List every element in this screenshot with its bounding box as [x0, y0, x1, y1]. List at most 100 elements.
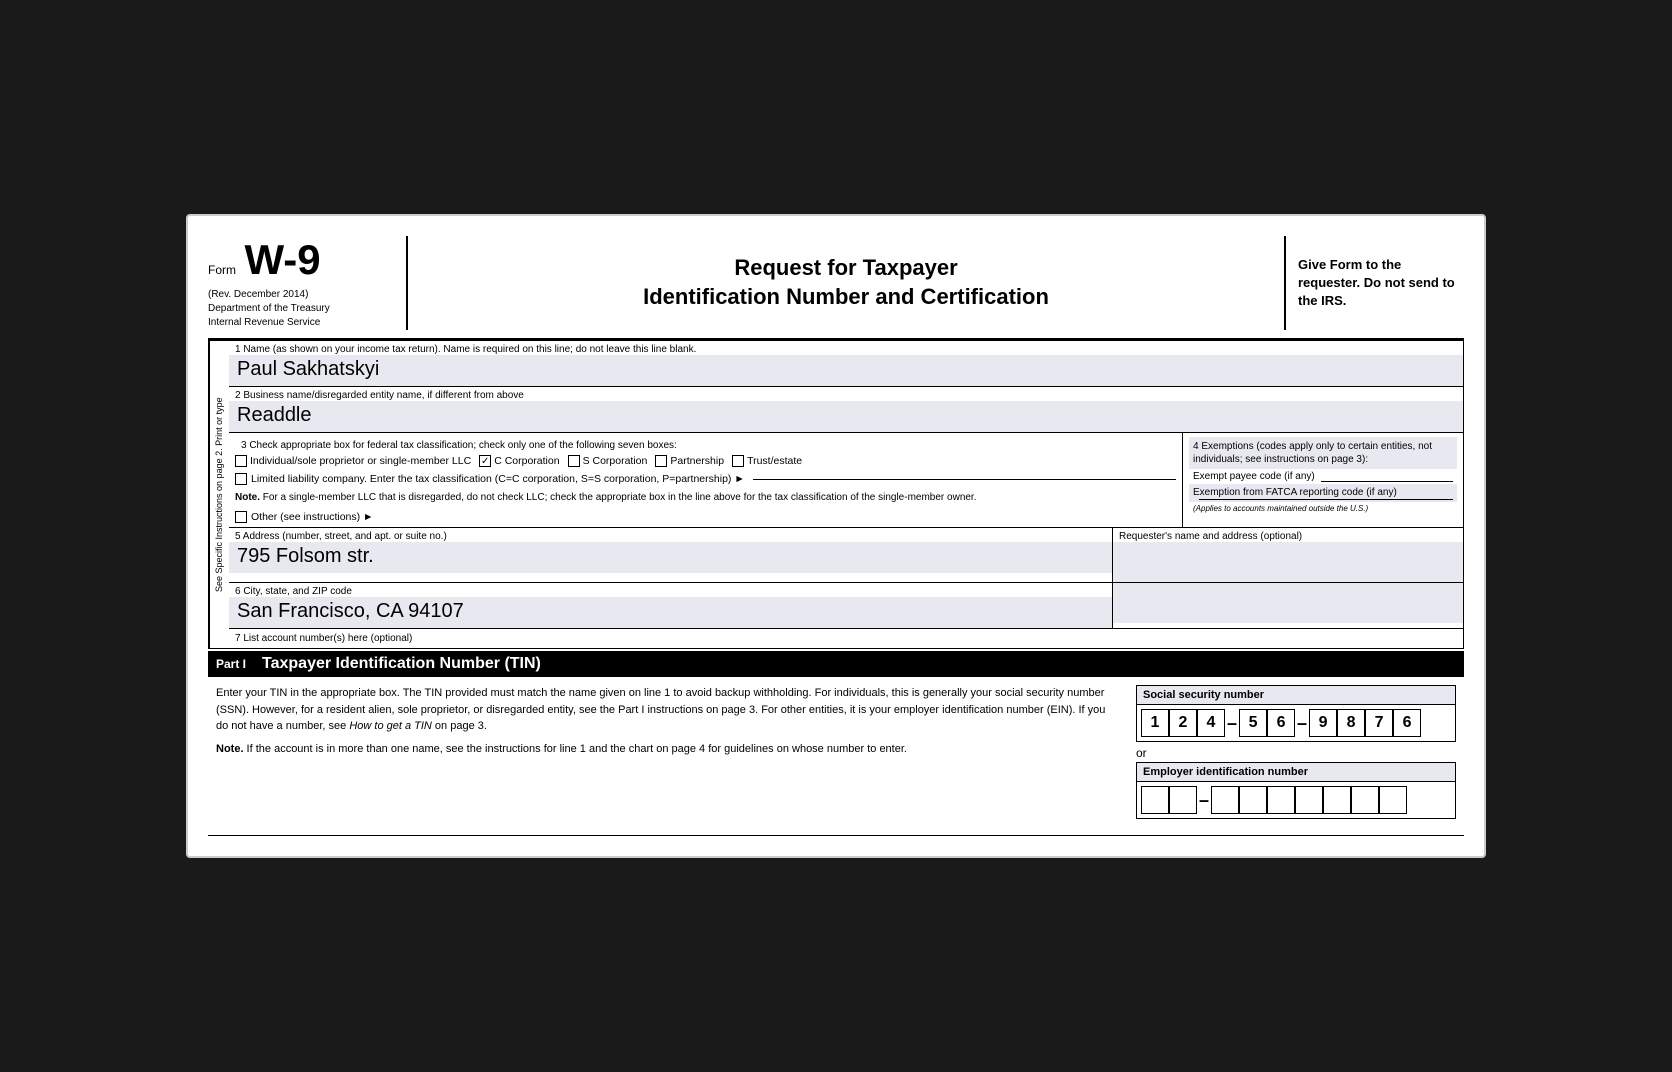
trust-checkbox[interactable] [732, 455, 744, 467]
field5-right: Requester's name and address (optional) [1113, 528, 1463, 582]
ssn-digit-8: 7 [1365, 709, 1393, 737]
header-center: Request for Taxpayer Identification Numb… [408, 236, 1284, 330]
fatca-line [1193, 499, 1453, 500]
header-right: Give Form to the requester. Do not send … [1284, 236, 1464, 330]
field1-label: 1 Name (as shown on your income tax retu… [229, 341, 1463, 355]
trust-checkbox-item: Trust/estate [732, 455, 802, 467]
part1-label: Part I [216, 657, 246, 671]
field4-right: 4 Exemptions (codes apply only to certai… [1183, 433, 1463, 527]
other-line: Other (see instructions) ► [235, 511, 1176, 523]
field5-right-value [1113, 542, 1463, 582]
field3-left: 3 Check appropriate box for federal tax … [229, 433, 1183, 527]
ein-digit-9 [1379, 786, 1407, 814]
ssn-digit-9: 6 [1393, 709, 1421, 737]
form-number: W-9 [244, 236, 320, 283]
partnership-checkbox[interactable] [655, 455, 667, 467]
fatca-underline [1199, 499, 1453, 500]
individual-checkbox[interactable] [235, 455, 247, 467]
note-text: Note. For a single-member LLC that is di… [235, 491, 1176, 505]
form-body: See Specific Instructions on page 2. Pri… [208, 340, 1464, 649]
sidebar-label: See Specific Instructions on page 2. Pri… [209, 341, 229, 648]
field6-right [1113, 583, 1463, 628]
fatca-section: Exemption from FATCA reporting code (if … [1189, 484, 1457, 502]
llc-line: Limited liability company. Enter the tax… [235, 473, 1176, 485]
field1-row: 1 Name (as shown on your income tax retu… [229, 341, 1463, 387]
field2-label: 2 Business name/disregarded entity name,… [229, 387, 1463, 401]
ein-digit-4 [1239, 786, 1267, 814]
field6-right-value [1113, 583, 1463, 623]
partnership-checkbox-item: Partnership [655, 455, 724, 467]
field7-row: 7 List account number(s) here (optional) [229, 629, 1463, 648]
ssn-sep-2: – [1295, 713, 1309, 734]
individual-checkbox-item: Individual/sole proprietor or single-mem… [235, 455, 471, 467]
llc-checkbox[interactable] [235, 473, 247, 485]
form-label: Form [208, 263, 236, 277]
llc-underline [753, 479, 1176, 480]
header-left: Form W-9 (Rev. December 2014) Department… [208, 236, 408, 330]
field1-value: Paul Sakhatskyi [229, 355, 1463, 386]
field3-label: 3 Check appropriate box for federal tax … [235, 437, 1176, 451]
form-header: Form W-9 (Rev. December 2014) Department… [208, 236, 1464, 340]
ein-sep: – [1197, 790, 1211, 811]
other-checkbox[interactable] [235, 511, 247, 523]
field5-right-label: Requester's name and address (optional) [1113, 528, 1463, 542]
ssn-digit-6: 9 [1309, 709, 1337, 737]
scorp-checkbox-item: S Corporation [568, 455, 648, 467]
scorp-checkbox[interactable] [568, 455, 580, 467]
exempt-payee-row: Exempt payee code (if any) [1189, 469, 1457, 484]
field5-row: 5 Address (number, street, and apt. or s… [229, 528, 1463, 583]
ssn-digit-4: 5 [1239, 709, 1267, 737]
field6-row: 6 City, state, and ZIP code San Francisc… [229, 583, 1463, 629]
ein-digits: – [1137, 782, 1455, 818]
part1-paragraph1: Enter your TIN in the appropriate box. T… [216, 685, 1120, 735]
part1-section: Part I Taxpayer Identification Number (T… [208, 651, 1464, 836]
ssn-digit-7: 8 [1337, 709, 1365, 737]
field3-row: 3 Check appropriate box for federal tax … [229, 433, 1463, 528]
part1-title: Taxpayer Identification Number (TIN) [262, 655, 541, 673]
field6-left: 6 City, state, and ZIP code San Francisc… [229, 583, 1113, 628]
form-subtitle: (Rev. December 2014) Department of the T… [208, 288, 394, 330]
ein-digit-3 [1211, 786, 1239, 814]
field6-label: 6 City, state, and ZIP code [229, 583, 1112, 597]
ssn-digit-1: 1 [1141, 709, 1169, 737]
exempt-underline [1321, 471, 1453, 482]
classification-checkboxes: Individual/sole proprietor or single-mem… [235, 455, 1176, 467]
ein-digit-2 [1169, 786, 1197, 814]
field6-value: San Francisco, CA 94107 [229, 597, 1112, 628]
ssn-digit-2: 2 [1169, 709, 1197, 737]
ssn-digit-5: 6 [1267, 709, 1295, 737]
part1-paragraph2: Note. If the account is in more than one… [216, 741, 1120, 758]
part1-right: Social security number 1 2 4 – 5 6 – 9 8… [1136, 685, 1456, 819]
ein-digit-7 [1323, 786, 1351, 814]
field5-label: 5 Address (number, street, and apt. or s… [229, 528, 1112, 542]
field4-label: 4 Exemptions (codes apply only to certai… [1189, 437, 1457, 469]
form-fields: 1 Name (as shown on your income tax retu… [229, 341, 1463, 648]
ssn-digits: 1 2 4 – 5 6 – 9 8 7 6 [1137, 705, 1455, 741]
part1-text-block: Enter your TIN in the appropriate box. T… [216, 685, 1136, 819]
ein-digit-1 [1141, 786, 1169, 814]
ccorp-checkbox[interactable]: ✓ [479, 455, 491, 467]
or-text: or [1136, 742, 1456, 762]
bottom-line [208, 835, 1464, 836]
ein-digit-8 [1351, 786, 1379, 814]
field5-left: 5 Address (number, street, and apt. or s… [229, 528, 1113, 582]
ccorp-checkbox-item: ✓ C Corporation [479, 455, 559, 467]
field7-label: 7 List account number(s) here (optional) [235, 633, 412, 644]
field2-row: 2 Business name/disregarded entity name,… [229, 387, 1463, 433]
applies-text: (Applies to accounts maintained outside … [1189, 502, 1457, 515]
ssn-sep-1: – [1225, 713, 1239, 734]
ssn-box: Social security number 1 2 4 – 5 6 – 9 8… [1136, 685, 1456, 742]
ein-box: Employer identification number – [1136, 762, 1456, 819]
part1-content: Enter your TIN in the appropriate box. T… [208, 677, 1464, 827]
w9-form: Form W-9 (Rev. December 2014) Department… [186, 214, 1486, 858]
form-title: Request for Taxpayer Identification Numb… [428, 254, 1264, 311]
ein-digit-6 [1295, 786, 1323, 814]
ein-digit-5 [1267, 786, 1295, 814]
field5-value: 795 Folsom str. [229, 542, 1112, 573]
field2-value: Readdle [229, 401, 1463, 432]
ssn-digit-3: 4 [1197, 709, 1225, 737]
part1-header: Part I Taxpayer Identification Number (T… [208, 651, 1464, 677]
exemptions-box: 4 Exemptions (codes apply only to certai… [1189, 437, 1457, 469]
ssn-header: Social security number [1137, 686, 1455, 705]
ein-header: Employer identification number [1137, 763, 1455, 782]
